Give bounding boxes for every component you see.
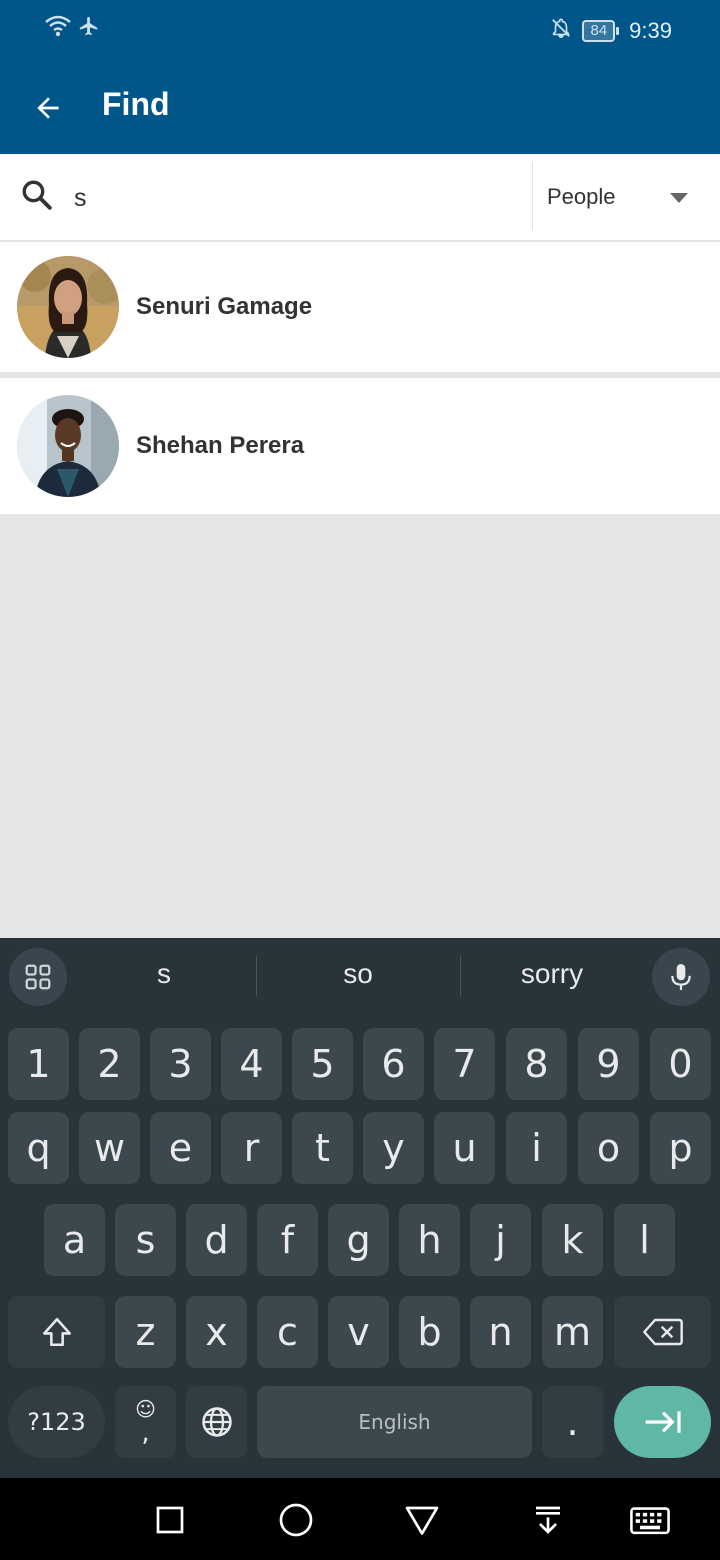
emoji-comma-key[interactable]: ☺ ,	[115, 1386, 176, 1458]
status-bar: 84 9:39	[0, 0, 720, 60]
search-input[interactable]	[74, 178, 514, 218]
key-u[interactable]: u	[434, 1112, 495, 1184]
scope-label: People	[547, 184, 616, 209]
key-s[interactable]: s	[115, 1204, 176, 1276]
key-i[interactable]: i	[506, 1112, 567, 1184]
key-r[interactable]: r	[221, 1112, 282, 1184]
microphone-icon[interactable]	[652, 948, 710, 1006]
key-e[interactable]: e	[150, 1112, 211, 1184]
key-5[interactable]: 5	[292, 1028, 353, 1100]
key-g[interactable]: g	[328, 1204, 389, 1276]
key-c[interactable]: c	[257, 1296, 318, 1368]
system-nav-bar	[0, 1478, 720, 1560]
key-w[interactable]: w	[79, 1112, 140, 1184]
divider	[256, 956, 257, 996]
key-o[interactable]: o	[578, 1112, 639, 1184]
person-name: Shehan Perera	[136, 432, 305, 459]
on-screen-keyboard: s so sorry 1 2 3 4 5 6 7 8 9 0 q w e r t…	[0, 938, 720, 1478]
key-2[interactable]: 2	[79, 1028, 140, 1100]
period-key[interactable]: .	[542, 1386, 603, 1458]
wifi-icon	[44, 14, 72, 43]
key-l[interactable]: l	[614, 1204, 675, 1276]
caret-down-icon	[670, 193, 688, 203]
tab-next-icon	[645, 1411, 681, 1433]
key-n[interactable]: n	[470, 1296, 531, 1368]
avatar	[17, 256, 119, 358]
notification-shade-button[interactable]	[526, 1498, 570, 1542]
globe-icon	[201, 1407, 232, 1437]
emoji-icon: ☺	[135, 1397, 156, 1421]
app-bar: Find	[0, 60, 720, 154]
key-9[interactable]: 9	[578, 1028, 639, 1100]
airplane-icon	[78, 14, 100, 43]
enter-key[interactable]	[614, 1386, 711, 1458]
search-icon	[20, 178, 54, 217]
arrow-left-icon	[37, 97, 59, 119]
search-bar: People	[0, 154, 720, 240]
key-q[interactable]: q	[8, 1112, 69, 1184]
scope-dropdown[interactable]: People	[533, 154, 720, 240]
backspace-key[interactable]	[614, 1296, 711, 1368]
key-z[interactable]: z	[115, 1296, 176, 1368]
home-button[interactable]	[274, 1498, 318, 1542]
avatar	[17, 395, 119, 497]
key-h[interactable]: h	[399, 1204, 460, 1276]
comma-label: ,	[141, 1418, 150, 1448]
key-y[interactable]: y	[363, 1112, 424, 1184]
key-k[interactable]: k	[542, 1204, 603, 1276]
key-3[interactable]: 3	[150, 1028, 211, 1100]
key-4[interactable]: 4	[221, 1028, 282, 1100]
person-name: Senuri Gamage	[136, 293, 313, 320]
key-m[interactable]: m	[542, 1296, 603, 1368]
results-list: Senuri Gamage Shehan Perera	[0, 242, 720, 514]
key-7[interactable]: 7	[434, 1028, 495, 1100]
keyboard-switch-button[interactable]	[628, 1498, 672, 1542]
notifications-off-icon	[550, 16, 572, 46]
pull-down-icon	[536, 1506, 560, 1534]
symbols-key[interactable]: ?123	[8, 1386, 105, 1458]
page-title: Find	[102, 86, 170, 122]
key-1[interactable]: 1	[8, 1028, 69, 1100]
key-8[interactable]: 8	[506, 1028, 567, 1100]
square-icon	[156, 1506, 184, 1534]
key-t[interactable]: t	[292, 1112, 353, 1184]
circle-icon	[279, 1503, 313, 1537]
backspace-icon	[642, 1318, 683, 1346]
clock: 9:39	[629, 18, 672, 43]
suggestion-item[interactable]: so	[278, 958, 438, 990]
triangle-down-icon	[405, 1506, 439, 1535]
shift-icon	[42, 1317, 71, 1347]
suggestion-item[interactable]: sorry	[472, 958, 632, 990]
back-button[interactable]	[26, 86, 70, 130]
list-item[interactable]: Shehan Perera	[0, 378, 720, 514]
suggestion-item[interactable]: s	[84, 958, 244, 990]
apps-grid-icon[interactable]	[9, 948, 67, 1006]
key-6[interactable]: 6	[363, 1028, 424, 1100]
language-key[interactable]	[186, 1386, 247, 1458]
battery-level: 84	[582, 20, 616, 42]
space-key[interactable]: English	[257, 1386, 532, 1458]
key-f[interactable]: f	[257, 1204, 318, 1276]
back-nav-button[interactable]	[400, 1498, 444, 1542]
key-0[interactable]: 0	[650, 1028, 711, 1100]
key-d[interactable]: d	[186, 1204, 247, 1276]
divider	[460, 956, 461, 996]
shift-key[interactable]	[8, 1296, 105, 1368]
list-item[interactable]: Senuri Gamage	[0, 242, 720, 378]
key-j[interactable]: j	[470, 1204, 531, 1276]
key-a[interactable]: a	[44, 1204, 105, 1276]
key-b[interactable]: b	[399, 1296, 460, 1368]
battery-indicator: 84	[582, 20, 620, 42]
key-p[interactable]: p	[650, 1112, 711, 1184]
keyboard-icon	[630, 1507, 670, 1535]
key-x[interactable]: x	[186, 1296, 247, 1368]
suggestion-strip: s so sorry	[0, 938, 720, 1016]
recents-button[interactable]	[148, 1498, 192, 1542]
key-v[interactable]: v	[328, 1296, 389, 1368]
